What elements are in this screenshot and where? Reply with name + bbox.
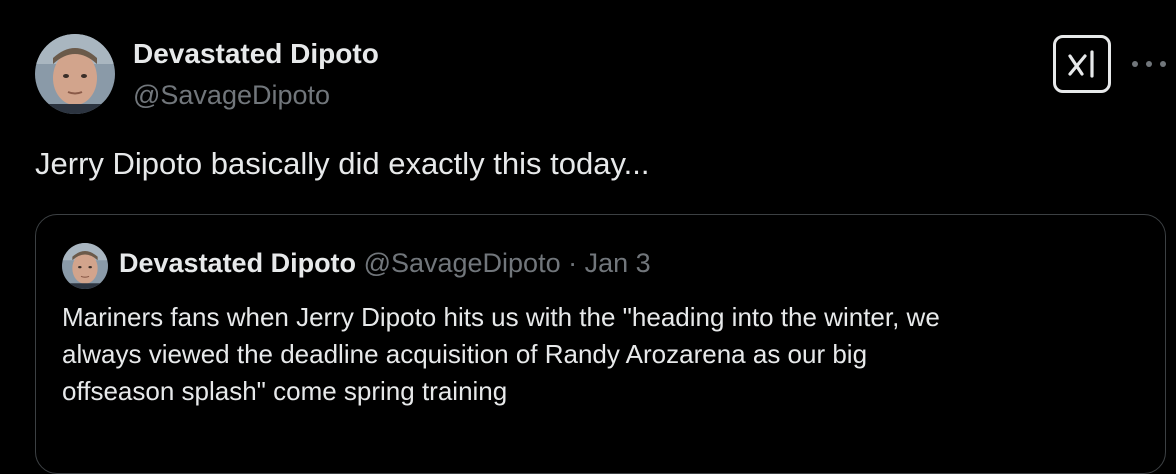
avatar[interactable] [35, 34, 115, 114]
more-dot [1146, 61, 1152, 67]
more-horizontal-icon [1132, 61, 1138, 67]
quoted-text: Mariners fans when Jerry Dipoto hits us … [62, 299, 1142, 410]
quoted-avatar-image [62, 243, 108, 289]
avatar-image [35, 34, 115, 114]
quoted-separator: · [568, 248, 578, 278]
quoted-header: Devastated Dipoto @SavageDipoto · Jan 3 [119, 248, 651, 279]
display-name[interactable]: Devastated Dipoto [133, 38, 379, 70]
quoted-text-line: Mariners fans when Jerry Dipoto hits us … [62, 302, 940, 332]
grok-logo-icon [1068, 50, 1094, 78]
quoted-display-name[interactable]: Devastated Dipoto [119, 248, 356, 278]
more-dot [1160, 61, 1166, 67]
user-handle[interactable]: @SavageDipoto [133, 80, 330, 111]
quoted-date[interactable]: Jan 3 [585, 248, 651, 278]
post: Devastated Dipoto @SavageDipoto Jerry Di… [0, 0, 1176, 474]
quoted-text-line: always viewed the deadline acquisition o… [62, 339, 868, 369]
quoted-post[interactable]: Devastated Dipoto @SavageDipoto · Jan 3 … [35, 214, 1166, 474]
quoted-text-line: offseason splash" come spring training [62, 376, 508, 406]
quoted-avatar[interactable] [62, 243, 108, 289]
quoted-handle[interactable]: @SavageDipoto [364, 248, 561, 278]
more-options-button[interactable] [1132, 56, 1166, 72]
post-text: Jerry Dipoto basically did exactly this … [35, 146, 650, 181]
grok-button[interactable] [1053, 35, 1111, 93]
